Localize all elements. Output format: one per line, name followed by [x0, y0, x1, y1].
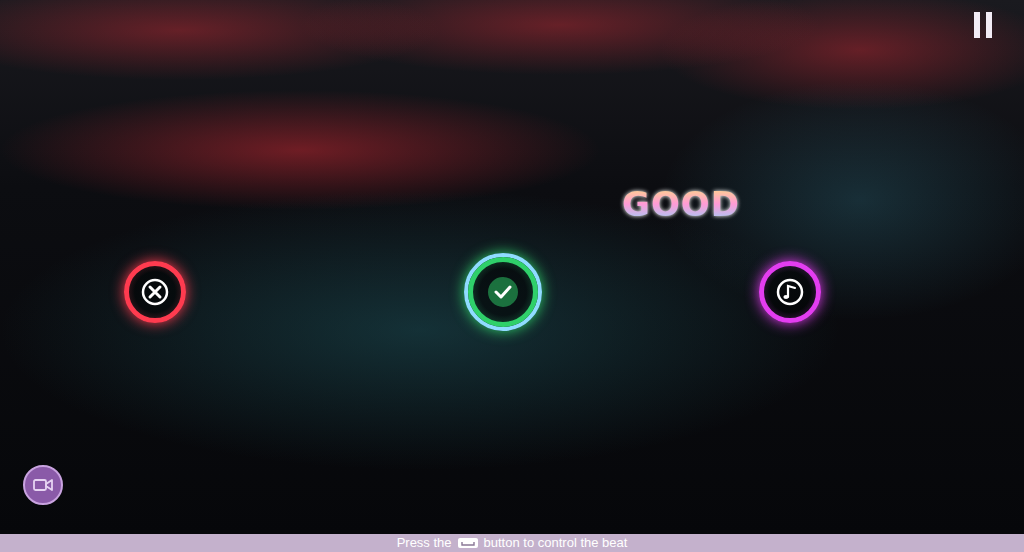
hint-bar: Press the button to control the beat [0, 534, 1024, 552]
hint-text: Press the [397, 535, 452, 551]
hint-text: button to control the beat [484, 535, 628, 551]
game-screen: GOOD Press the button to control the beat [0, 0, 1024, 552]
cross-beat-button[interactable] [124, 261, 186, 323]
camera-icon [32, 474, 54, 496]
pause-button[interactable] [972, 10, 994, 40]
pause-icon [972, 10, 994, 40]
dance-floor-scene: GOOD [0, 0, 1024, 534]
check-icon [486, 275, 520, 309]
rating-text: GOOD [622, 184, 740, 224]
note-beat-button[interactable] [759, 261, 821, 323]
check-beat-button[interactable] [464, 253, 542, 331]
cross-icon [141, 278, 169, 306]
music-note-icon [776, 278, 804, 306]
camera-button[interactable] [23, 465, 63, 505]
spacebar-key-icon [457, 537, 479, 549]
